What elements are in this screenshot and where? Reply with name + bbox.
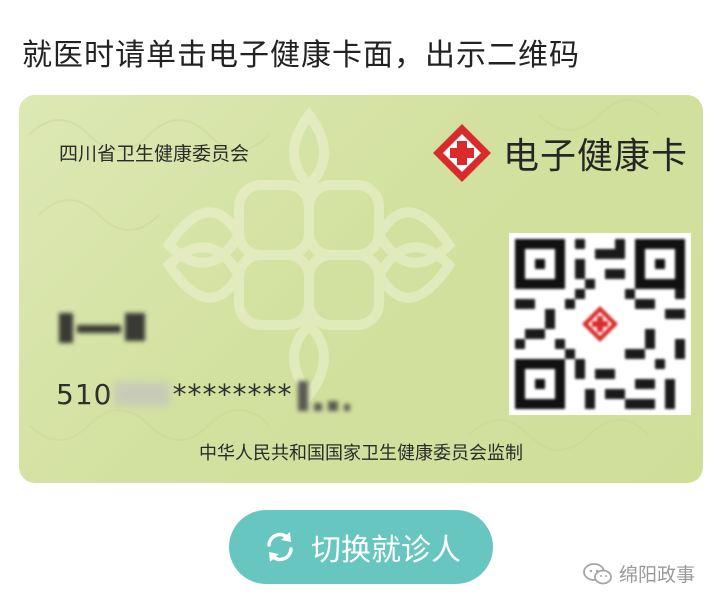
health-card[interactable]: 四川省卫生健康委员会 电子健康卡 510 ******** 中华人民共和国国家卫… [19,95,703,483]
watermark-text: 绵阳政事 [619,564,696,586]
patient-name-masked [59,313,145,343]
card-brand: 电子健康卡 [431,123,688,183]
qr-code[interactable] [509,233,691,415]
switch-patient-label: 切换就诊人 [311,533,461,568]
id-masked-digits: ******** [172,377,293,411]
red-cross-icon [582,306,618,342]
switch-patient-button[interactable]: 切换就诊人 [229,510,493,584]
refresh-icon [267,532,293,562]
id-prefix: 510 [56,377,113,411]
id-blurred-segment [114,382,171,406]
wechat-icon [583,562,612,584]
brand-title: 电子健康卡 [503,136,689,177]
qr-center-logo [578,302,622,346]
red-cross-diamond-icon [433,124,491,182]
issuer-name: 四川省卫生健康委员会 [59,143,250,165]
id-number: 510 ******** [56,377,351,411]
supervisor-text: 中华人民共和国国家卫生健康委员会监制 [199,443,523,464]
id-blurred-tail [298,377,351,411]
watermark: 绵阳政事 [583,560,695,587]
instruction-text: 就医时请单击电子健康卡面，出示二维码 [22,38,580,73]
